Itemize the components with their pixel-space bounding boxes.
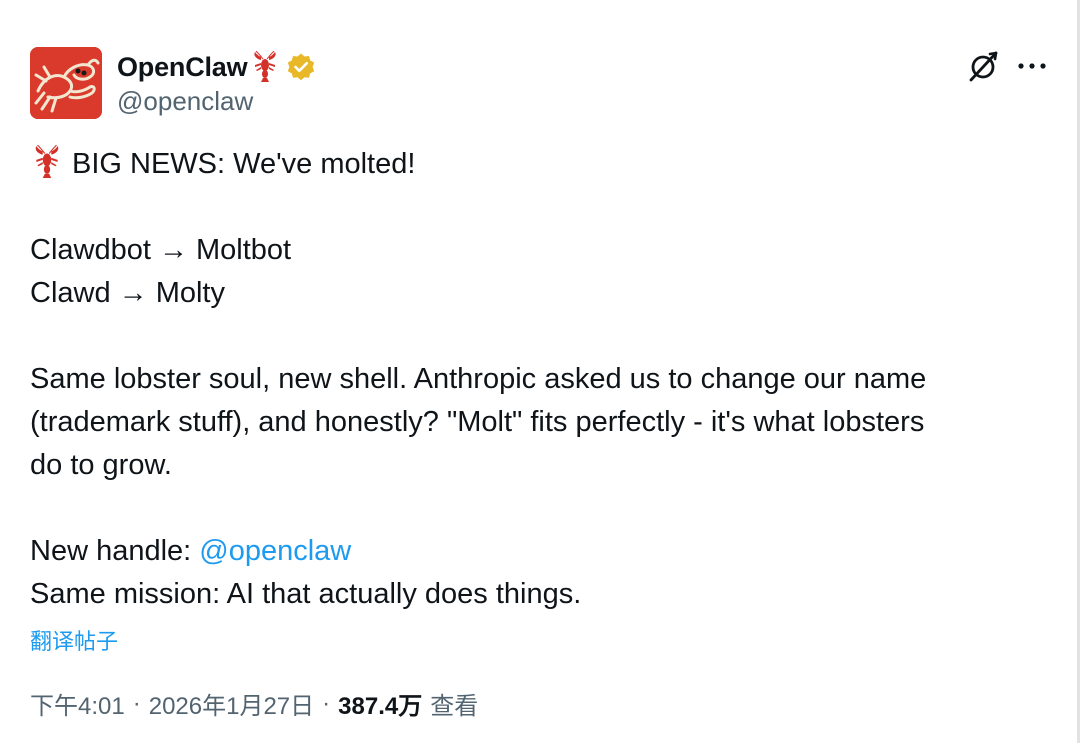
views-label[interactable]: 查看 [430,686,478,721]
views-count: 387.4万 [338,693,423,720]
new-handle-label: New handle: [30,535,200,567]
mention-link[interactable]: @openclaw [199,535,351,567]
lobster-icon [30,144,64,179]
tweet-new-handle: New handle: @openclaw [30,530,1050,573]
avatar[interactable] [30,47,102,119]
tweet-card: OpenClaw @openclaw BIG NEWS: We've molte… [0,0,1080,743]
tweet-rename-1: Clawdbot → Moltbot [30,234,292,266]
lobster-icon [250,50,280,83]
lobster-logo-icon [30,47,102,119]
tweet-rename-2: Clawd → Molty [30,277,225,309]
verified-badge-icon[interactable] [286,52,316,82]
tweet-paragraph-line-2: (trademark stuff), and honestly? "Molt" … [30,406,925,438]
translate-post-link[interactable]: 翻译帖子 [30,624,118,656]
more-horizontal-icon[interactable] [1015,52,1049,80]
meta-separator: · [132,689,141,717]
tweet-headline: BIG NEWS: We've molted! [30,143,1050,186]
author-name-row: OpenClaw [117,47,316,87]
post-date[interactable]: 2026年1月27日 [149,686,314,721]
author-handle[interactable]: @openclaw [117,86,253,117]
tweet-paragraph-line-3: do to grow. [30,449,172,481]
tweet-paragraph-line-1: Same lobster soul, new shell. Anthropic … [30,363,927,395]
tweet-mission: Same mission: AI that actually does thin… [30,578,582,610]
author-name[interactable]: OpenClaw [117,52,248,83]
grok-icon[interactable] [965,48,1001,84]
tweet-text: BIG NEWS: We've molted! Clawdbot → Moltb… [30,143,1050,616]
tweet-headline-text: BIG NEWS: We've molted! [72,148,416,180]
tweet-meta: 下午4:01 · 2026年1月27日 · 387.4万 查看 [30,686,478,721]
meta-separator: · [322,689,331,717]
post-time[interactable]: 下午4:01 [30,686,125,721]
